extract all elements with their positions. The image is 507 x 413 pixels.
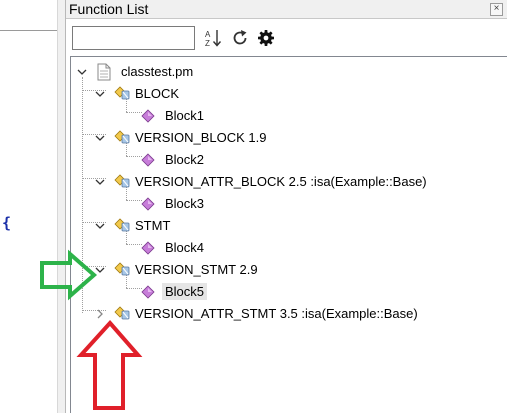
method-icon	[141, 109, 155, 126]
svg-text:A: A	[205, 30, 211, 39]
tree-guide-line	[126, 112, 142, 113]
tree-guide-line	[126, 244, 142, 245]
tree-guide-line	[126, 288, 142, 289]
chevron-down-icon[interactable]	[95, 133, 105, 143]
tree-item-row[interactable]: Block2	[141, 150, 441, 170]
class-icon	[113, 305, 131, 324]
gear-icon[interactable]	[256, 27, 276, 49]
panel-titlebar: Function List ×	[66, 0, 507, 19]
panel-toolbar: A Z	[66, 19, 507, 55]
method-icon	[141, 285, 155, 302]
pane-splitter[interactable]	[57, 0, 66, 413]
tree-guide-line	[126, 200, 142, 201]
tree-root-label: classtest.pm	[121, 64, 194, 79]
class-icon	[113, 85, 131, 104]
tree-group-row[interactable]: VERSION_STMT 2.9	[95, 260, 501, 280]
chevron-down-icon[interactable]	[95, 177, 105, 187]
chevron-down-icon[interactable]	[95, 89, 105, 99]
code-brace: {	[2, 214, 12, 232]
tree-group-row[interactable]: BLOCK	[95, 84, 501, 104]
tree-item-row[interactable]: Block4	[141, 238, 441, 258]
tree-group-label: VERSION_STMT 2.9	[135, 262, 258, 277]
tree-item-label: Block2	[165, 152, 205, 167]
editor-divider	[0, 30, 57, 31]
tree-group-label: VERSION_ATTR_STMT 3.5 :isa(Example::Base…	[135, 306, 418, 321]
tree-group-row[interactable]: VERSION_BLOCK 1.9	[95, 128, 501, 148]
class-icon	[113, 173, 131, 192]
tree-group-row[interactable]: STMT	[95, 216, 501, 236]
tree-item-row[interactable]: Block5	[141, 282, 441, 302]
tree-item-label: Block1	[165, 108, 205, 123]
svg-text:Z: Z	[205, 39, 210, 48]
tree-group-label: BLOCK	[135, 86, 180, 101]
editor-pane: {	[0, 0, 57, 413]
tree-group-label: STMT	[135, 218, 171, 233]
chevron-right-icon[interactable]	[95, 309, 105, 319]
chevron-down-icon[interactable]	[77, 67, 87, 77]
method-icon	[141, 153, 155, 170]
class-icon	[113, 129, 131, 148]
file-icon	[97, 63, 111, 81]
class-icon	[113, 217, 131, 236]
close-icon[interactable]: ×	[490, 3, 503, 16]
chevron-down-icon[interactable]	[95, 221, 105, 231]
tree-group-label: VERSION_BLOCK 1.9	[135, 130, 267, 145]
tree-item-row[interactable]: Block1	[141, 106, 441, 126]
method-icon	[141, 241, 155, 258]
tree-group-label: VERSION_ATTR_BLOCK 2.5 :isa(Example::Bas…	[135, 174, 427, 189]
tree-guide-line	[126, 156, 142, 157]
tree-group-row[interactable]: VERSION_ATTR_STMT 3.5 :isa(Example::Base…	[95, 304, 501, 324]
tree-item-label: Block4	[165, 240, 205, 255]
search-input[interactable]	[72, 26, 195, 50]
reload-icon[interactable]	[230, 27, 250, 49]
sort-az-icon[interactable]: A Z	[204, 27, 224, 49]
class-icon	[113, 261, 131, 280]
chevron-down-icon[interactable]	[95, 265, 105, 275]
tree-guide-line	[82, 77, 83, 313]
tree-item-label: Block3	[165, 196, 205, 211]
function-tree[interactable]: classtest.pm BLOCK Block1 VERSION_BLOCK …	[70, 56, 507, 413]
tree-item-row[interactable]: Block3	[141, 194, 441, 214]
tree-group-row[interactable]: VERSION_ATTR_BLOCK 2.5 :isa(Example::Bas…	[95, 172, 501, 192]
panel-title: Function List	[69, 1, 149, 17]
function-list-panel: Function List × A Z classtest.pm BLOCK B…	[66, 0, 507, 413]
tree-item-label-selected: Block5	[162, 283, 208, 300]
method-icon	[141, 197, 155, 214]
tree-root-row[interactable]: classtest.pm	[71, 62, 501, 82]
